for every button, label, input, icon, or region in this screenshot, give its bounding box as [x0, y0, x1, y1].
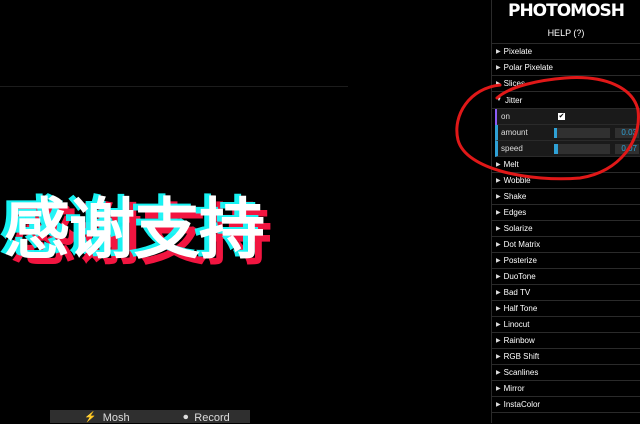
effect-label: Dot Matrix — [503, 240, 541, 249]
glitch-text: 感谢支持 感谢支持 感谢支持 — [0, 176, 304, 276]
effect-label: Half Tone — [503, 304, 538, 313]
effect-melt[interactable]: ▶ Melt — [492, 157, 640, 173]
jitter-amount-row: amount 0.03 — [495, 125, 640, 141]
mosh-icon: ⚡ — [84, 412, 97, 423]
effect-linocut[interactable]: ▶ Linocut — [492, 317, 640, 333]
mosh-button[interactable]: ⚡ Mosh — [50, 410, 164, 424]
record-icon: ⏺ — [183, 412, 189, 423]
effect-mirror[interactable]: ▶ Mirror — [492, 381, 640, 397]
effect-polar-pixelate[interactable]: ▶ Polar Pixelate — [492, 60, 640, 76]
jitter-on-label: on — [501, 112, 510, 121]
effect-label: Polar Pixelate — [503, 63, 553, 72]
effect-dot-matrix[interactable]: ▶ Dot Matrix — [492, 237, 640, 253]
triangle-right-icon: ▶ — [496, 226, 501, 232]
jitter-speed-label: speed — [501, 144, 523, 153]
effect-slices[interactable]: ▶ Slices — [492, 76, 640, 92]
effects-list: ▶ Melt ▶ Wobble ▶ Shake ▶ Edges ▶ Solarize ▶ Dot Ma… — [492, 157, 640, 413]
triangle-right-icon: ▶ — [496, 81, 501, 87]
triangle-right-icon: ▶ — [496, 49, 501, 55]
effect-solarize[interactable]: ▶ Solarize — [492, 221, 640, 237]
effect-label: Pixelate — [503, 47, 533, 56]
mosh-button-label: Mosh — [102, 412, 130, 424]
effect-label: Bad TV — [503, 288, 531, 297]
triangle-right-icon: ▶ — [496, 402, 501, 408]
triangle-right-icon: ▶ — [496, 354, 501, 360]
effect-bad-tv[interactable]: ▶ Bad TV — [492, 285, 640, 301]
effect-half-tone[interactable]: ▶ Half Tone — [492, 301, 640, 317]
effect-label: Scanlines — [503, 368, 539, 377]
effect-pixelate[interactable]: ▶ Pixelate — [492, 44, 640, 60]
effect-label: RGB Shift — [503, 352, 540, 361]
effect-wobble[interactable]: ▶ Wobble — [492, 173, 640, 189]
triangle-right-icon: ▶ — [496, 370, 501, 376]
effect-shake[interactable]: ▶ Shake — [492, 189, 640, 205]
jitter-amount-value[interactable]: 0.03 — [615, 127, 639, 138]
canvas-divider — [0, 86, 348, 87]
triangle-right-icon: ▶ — [496, 338, 501, 344]
effects-panel: PHOTOMOSH HELP (?) ▶ Pixelate ▶ Polar Pi… — [491, 0, 640, 423]
jitter-controls: on ✔ amount 0.03 speed 0.07 — [495, 109, 640, 157]
effect-posterize[interactable]: ▶ Posterize — [492, 253, 640, 269]
effect-label: Edges — [503, 208, 527, 217]
mosh-canvas: 感谢支持 感谢支持 感谢支持 ⚡ Mosh ⏺ Record — [0, 0, 491, 424]
effect-edges[interactable]: ▶ Edges — [492, 205, 640, 221]
triangle-right-icon: ▶ — [496, 258, 501, 264]
triangle-right-icon: ▶ — [496, 306, 501, 312]
triangle-right-icon: ▶ — [496, 274, 501, 280]
triangle-down-icon: ▼ — [496, 97, 502, 103]
photomosh-logo: PHOTOMOSH — [507, 1, 625, 21]
effect-duotone[interactable]: ▶ DuoTone — [492, 269, 640, 285]
triangle-right-icon: ▶ — [496, 65, 501, 71]
effect-label: Shake — [503, 192, 527, 201]
effect-rgb-shift[interactable]: ▶ RGB Shift — [492, 349, 640, 365]
effect-jitter[interactable]: ▼ Jitter — [492, 92, 640, 109]
effect-label: Slices — [503, 79, 525, 88]
effect-label: Linocut — [503, 320, 530, 329]
effect-scanlines[interactable]: ▶ Scanlines — [492, 365, 640, 381]
triangle-right-icon: ▶ — [496, 162, 501, 168]
triangle-right-icon: ▶ — [496, 178, 501, 184]
effect-label: Jitter — [504, 95, 523, 105]
effect-label: Solarize — [503, 224, 533, 233]
jitter-speed-value[interactable]: 0.07 — [615, 143, 639, 154]
jitter-amount-label: amount — [501, 128, 528, 137]
effect-instacolor[interactable]: ▶ InstaColor — [492, 397, 640, 413]
slider-fill — [554, 143, 558, 154]
record-button-label: Record — [194, 412, 230, 424]
triangle-right-icon: ▶ — [496, 386, 501, 392]
triangle-right-icon: ▶ — [496, 242, 501, 248]
glitch-text-main: 感谢支持 — [4, 191, 265, 268]
triangle-right-icon: ▶ — [496, 210, 501, 216]
triangle-right-icon: ▶ — [496, 290, 501, 296]
effect-rainbow[interactable]: ▶ Rainbow — [492, 333, 640, 349]
triangle-right-icon: ▶ — [496, 322, 501, 328]
jitter-speed-slider[interactable] — [554, 143, 610, 154]
effect-label: Melt — [503, 160, 519, 169]
effect-label: DuoTone — [503, 272, 536, 281]
jitter-amount-slider[interactable] — [554, 127, 610, 138]
help-link[interactable]: HELP (?) — [492, 23, 640, 44]
slider-fill — [554, 127, 557, 138]
jitter-speed-row: speed 0.07 — [495, 141, 640, 157]
jitter-on-checkbox[interactable]: ✔ — [558, 113, 565, 120]
effect-label: Rainbow — [503, 336, 535, 345]
triangle-right-icon: ▶ — [496, 194, 501, 200]
effect-label: Posterize — [503, 256, 537, 265]
jitter-on-row: on ✔ — [497, 109, 640, 125]
effect-label: InstaColor — [503, 400, 541, 409]
effect-label: Wobble — [503, 176, 531, 185]
effect-label: Mirror — [503, 384, 525, 393]
record-button[interactable]: ⏺ Record — [163, 410, 250, 424]
